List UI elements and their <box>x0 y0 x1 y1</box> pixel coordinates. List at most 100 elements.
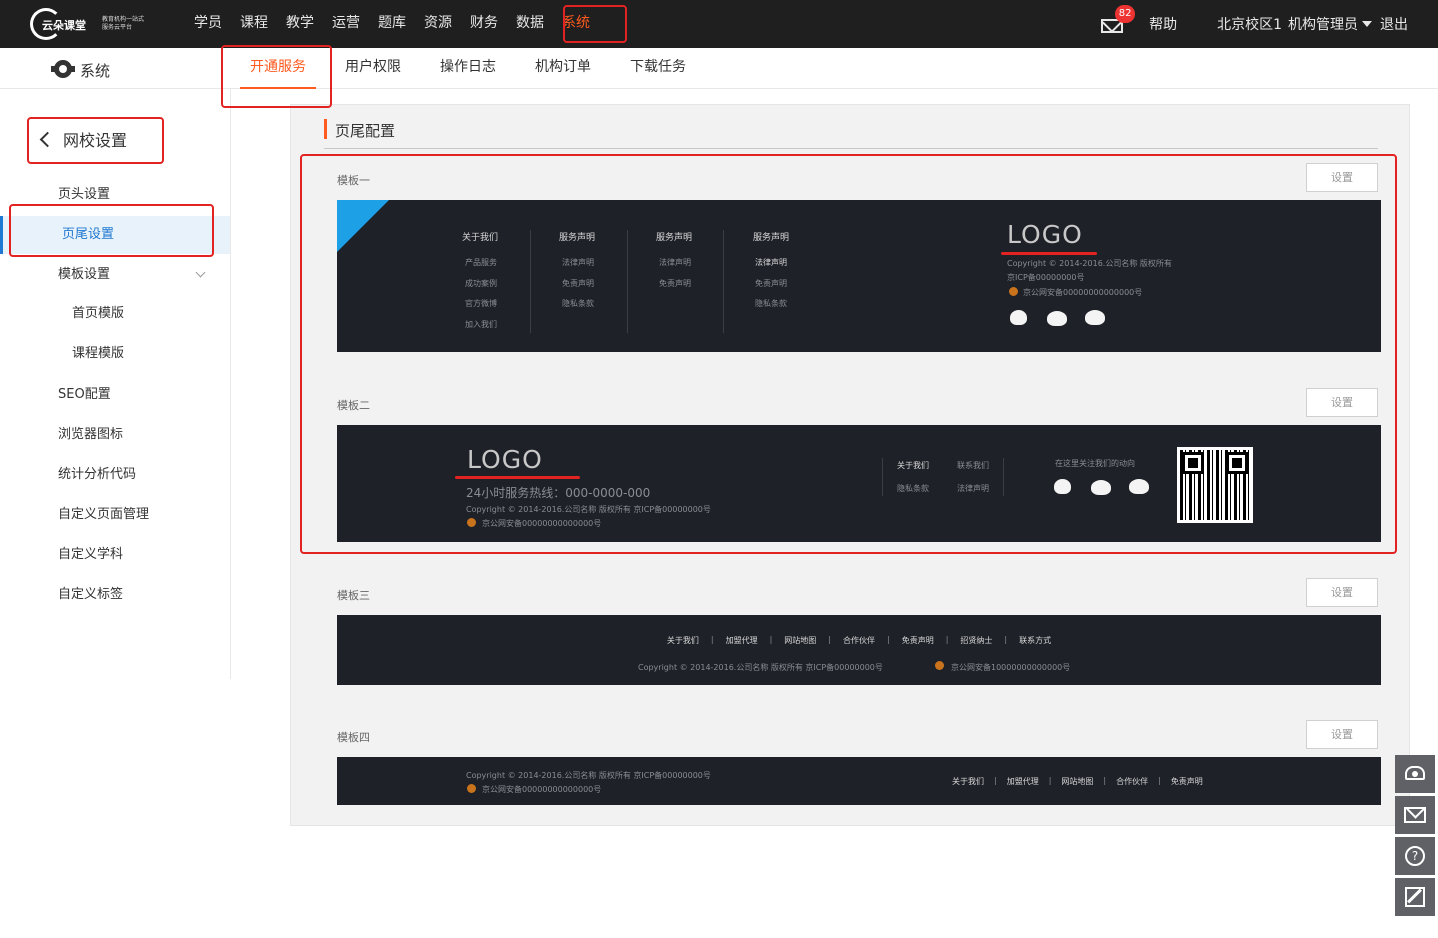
col-link: 法律声明 <box>659 258 691 267</box>
admin-menu[interactable]: 机构管理员 <box>1288 14 1358 34</box>
police-record-text: 京公网安备10000000000000号 <box>951 663 1071 672</box>
nav-item-question-bank[interactable]: 题库 <box>369 0 415 48</box>
back-to-school-settings[interactable]: 网校设置 <box>39 127 127 151</box>
help-button[interactable]: ? <box>1395 837 1435 875</box>
template-2-preview[interactable]: LOGO 24小时服务热线：000-0000-000 Copyright © 2… <box>337 425 1381 542</box>
footer-link: 合作伙伴 <box>1116 777 1149 786</box>
footer-link: 网站地图 <box>1061 777 1094 786</box>
col-link: 成功案例 <box>465 279 497 288</box>
nav-item-data[interactable]: 数据 <box>507 0 553 48</box>
copyright-text: Copyright © 2014-2016.公司名称 版权所有 京ICP备000… <box>638 663 883 672</box>
sidebar-item-analytics-code[interactable]: 统计分析代码 <box>0 456 230 494</box>
tab-user-permissions[interactable]: 用户权限 <box>335 48 411 89</box>
top-navigation-bar: 云朵课堂 教育机构一站式服务云平台 学员 课程 教学 运营 题库 资源 财务 数… <box>0 0 1438 48</box>
footer-link: 网站地图 <box>784 636 817 645</box>
copyright-text: Copyright © 2014-2016.公司名称 版权所有 京ICP备000… <box>466 505 711 514</box>
help-icon: ? <box>1405 846 1425 866</box>
sidebar-item-seo[interactable]: SEO配置 <box>0 376 230 414</box>
footer-links-row: 关于我们 | 加盟代理 | 网站地图 | 合作伙伴 | 免责声明 <box>952 776 1203 786</box>
feedback-button[interactable] <box>1395 878 1435 916</box>
qq-icon <box>1054 479 1071 494</box>
nav-item-operations[interactable]: 运营 <box>323 0 369 48</box>
copyright-text: Copyright © 2014-2016.公司名称 版权所有 京ICP备000… <box>466 771 711 780</box>
annotation-underline <box>455 476 580 479</box>
footer-link: 加盟代理 <box>725 636 758 645</box>
nav-item-courses[interactable]: 课程 <box>231 0 277 48</box>
col-link: 产品服务 <box>465 258 497 267</box>
nav-item-teaching[interactable]: 教学 <box>277 0 323 48</box>
template-1-set-button[interactable]: 设置 <box>1306 163 1378 192</box>
logout-link[interactable]: 退出 <box>1380 14 1408 34</box>
footer-config-panel: 页尾配置 模板一 设置 关于我们 产品服务 成功案例 官方微博 加入我们 服务声… <box>290 104 1410 826</box>
mail-badge: 82 <box>1115 5 1136 23</box>
sidebar-item-custom-pages[interactable]: 自定义页面管理 <box>0 496 230 534</box>
footer-link: 隐私条款 <box>897 484 929 493</box>
footer-link: 联系方式 <box>1019 636 1052 645</box>
col-link: 免责声明 <box>755 279 787 288</box>
col-link: 法律声明 <box>562 258 594 267</box>
template-3-preview[interactable]: 关于我们 | 加盟代理 | 网站地图 | 合作伙伴 | 免责声明 | 招贤纳士 | 联系方式… <box>337 615 1381 685</box>
template-4-preview[interactable]: Copyright © 2014-2016.公司名称 版权所有 京ICP备000… <box>337 757 1381 805</box>
footer-link: 合作伙伴 <box>843 636 875 645</box>
footer-link: 加盟代理 <box>1006 777 1039 786</box>
contact-phone-button[interactable] <box>1395 755 1435 793</box>
nav-item-students[interactable]: 学员 <box>185 0 231 48</box>
col-link: 免责声明 <box>562 279 594 288</box>
footer-link: 关于我们 <box>897 461 929 470</box>
brand-name: 云朵课堂 <box>42 19 86 32</box>
template-1-preview[interactable]: 关于我们 产品服务 成功案例 官方微博 加入我们 服务声明 法律声明 免责声明 … <box>337 200 1381 352</box>
footer-link: 法律声明 <box>957 484 989 493</box>
template-2-set-button[interactable]: 设置 <box>1306 388 1378 417</box>
sidebar-item-course-template[interactable]: 课程模版 <box>0 335 230 373</box>
police-badge-icon <box>467 518 476 527</box>
sidebar-item-footer-settings[interactable]: 页尾设置 <box>0 216 230 254</box>
icp-text: 京ICP备00000000号 <box>1007 273 1085 282</box>
corner-accent <box>337 200 389 252</box>
caret-down-icon[interactable] <box>1362 21 1372 27</box>
col-title: 服务声明 <box>656 233 693 243</box>
sidebar-item-favicon[interactable]: 浏览器图标 <box>0 416 230 454</box>
template-3-label: 模板三 <box>337 589 370 602</box>
help-link[interactable]: 帮助 <box>1149 14 1177 34</box>
footer-links-row: 关于我们 | 加盟代理 | 网站地图 | 合作伙伴 | 免责声明 | 招贤纳士 | 联系方式 <box>666 635 1052 645</box>
police-badge-icon <box>935 661 944 670</box>
sidebar-item-home-template[interactable]: 首页模版 <box>0 295 230 333</box>
footer-logo: LOGO <box>467 445 543 474</box>
col-title: 服务声明 <box>753 233 790 243</box>
mail-icon <box>1404 807 1426 823</box>
accent-bar <box>324 119 327 139</box>
template-4-set-button[interactable]: 设置 <box>1306 720 1378 749</box>
sub-navigation-bar: 系统 开通服务 用户权限 操作日志 机构订单 下载任务 <box>0 48 1438 89</box>
sidebar-item-header-settings[interactable]: 页头设置 <box>0 176 230 214</box>
col-title: 关于我们 <box>462 233 499 243</box>
nav-item-finance[interactable]: 财务 <box>461 0 507 48</box>
col-link: 隐私条款 <box>755 299 787 308</box>
sidebar-item-custom-subjects[interactable]: 自定义学科 <box>0 536 230 574</box>
tab-operation-log[interactable]: 操作日志 <box>430 48 506 89</box>
contact-mail-button[interactable] <box>1395 796 1435 834</box>
sidebar: 网校设置 页头设置 页尾设置 模板设置 首页模版 课程模版 SEO配置 浏览器图… <box>0 89 231 679</box>
footer-link: 免责声明 <box>901 636 934 645</box>
sidebar-item-label: 模板设置 <box>58 267 111 282</box>
sidebar-item-template-settings[interactable]: 模板设置 <box>0 256 230 294</box>
nav-item-system[interactable]: 系统 <box>553 0 599 48</box>
tab-download-tasks[interactable]: 下载任务 <box>620 48 696 89</box>
footer-link: 关于我们 <box>666 636 699 645</box>
divider <box>723 230 724 333</box>
brand-logo[interactable]: 云朵课堂 教育机构一站式服务云平台 <box>30 8 150 40</box>
tab-open-service[interactable]: 开通服务 <box>240 48 316 89</box>
template-3-set-button[interactable]: 设置 <box>1306 578 1378 607</box>
mail-icon[interactable]: 82 <box>1101 5 1136 33</box>
col-link: 加入我们 <box>465 320 497 329</box>
divider <box>530 230 531 333</box>
chevron-left-icon <box>39 131 56 147</box>
police-record-text: 京公网安备00000000000000号 <box>482 519 602 528</box>
footer-link: 招贤纳士 <box>960 636 993 645</box>
nav-item-resources[interactable]: 资源 <box>415 0 461 48</box>
tab-org-orders[interactable]: 机构订单 <box>525 48 601 89</box>
col-link: 法律声明 <box>755 258 787 267</box>
sidebar-item-custom-tags[interactable]: 自定义标签 <box>0 576 230 614</box>
footer-link: 联系我们 <box>957 461 989 470</box>
police-record-text: 京公网安备00000000000000号 <box>482 785 602 794</box>
footer-logo: LOGO <box>1007 220 1083 249</box>
